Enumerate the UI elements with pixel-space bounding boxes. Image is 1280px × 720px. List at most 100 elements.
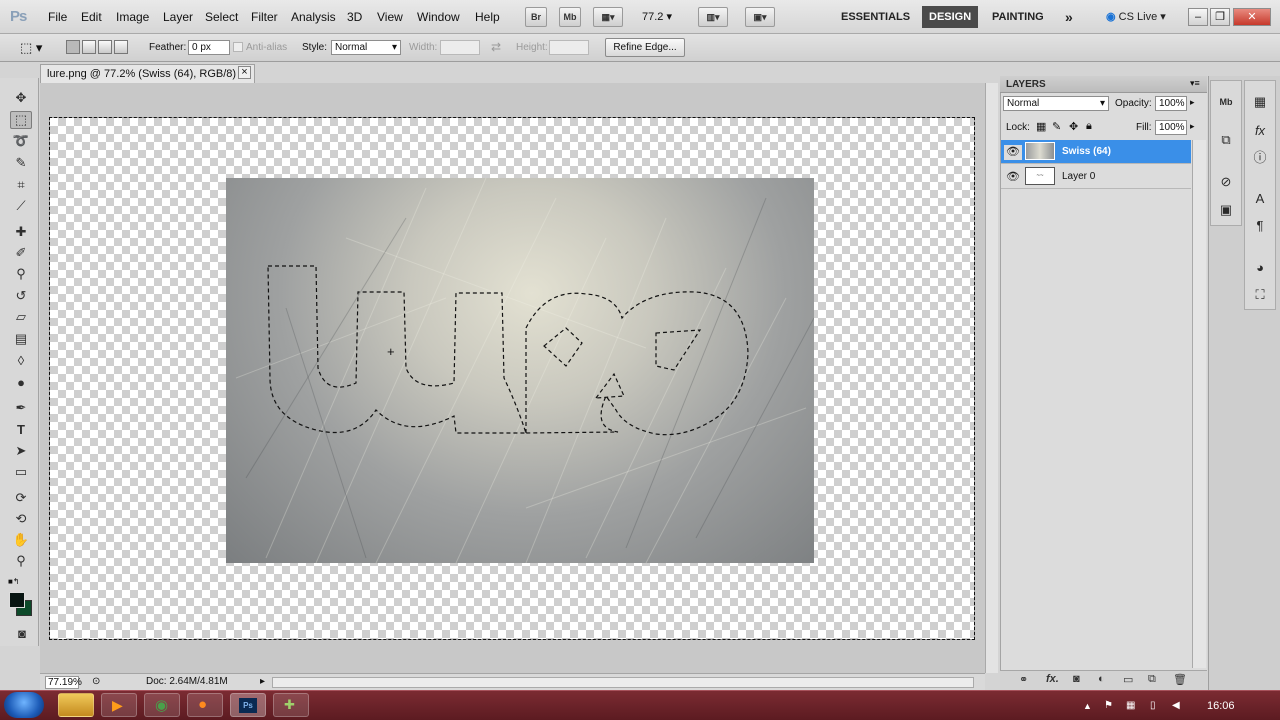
default-colors-icon[interactable]: ■↰ <box>8 577 20 586</box>
gradient-tool-icon[interactable]: ▤ <box>10 330 32 348</box>
layer-visibility-eye-icon[interactable]: 👁︎ <box>1004 145 1022 160</box>
utility-task-icon[interactable]: ✚ <box>273 693 309 717</box>
document-horizontal-scrollbar[interactable] <box>272 677 974 688</box>
taskbar-clock[interactable]: 16:06 <box>1207 700 1235 712</box>
zoom-percent-field[interactable]: 77.19% <box>45 676 82 689</box>
paragraph-panel-icon[interactable]: ¶ <box>1249 215 1271 235</box>
layer-style-fx-icon[interactable]: fx. <box>1046 673 1059 685</box>
styles-panel-icon[interactable]: fx <box>1249 120 1271 140</box>
menu-filter[interactable]: Filter <box>251 10 278 24</box>
close-button[interactable]: ✕ <box>1233 8 1271 26</box>
hand-tool-icon[interactable]: ✋ <box>10 531 32 549</box>
layer-name[interactable]: Layer 0 <box>1062 171 1095 182</box>
menu-file[interactable]: File <box>48 10 67 24</box>
height-input[interactable] <box>549 40 589 55</box>
brush-presets-panel-icon[interactable]: ⊘ <box>1215 172 1237 192</box>
transform-panel-icon[interactable]: ⛶ <box>1249 285 1271 305</box>
photoshop-task-icon[interactable]: Ps <box>230 693 266 717</box>
3d-orbit-tool-icon[interactable]: ⟲ <box>10 510 32 528</box>
rectangular-marquee-tool-icon[interactable]: ⬚ <box>10 111 32 129</box>
lock-all-icon[interactable]: 🔒︎ <box>1086 120 1092 133</box>
menu-edit[interactable]: Edit <box>81 10 102 24</box>
intersect-selection-icon[interactable] <box>114 40 128 54</box>
crop-tool-icon[interactable]: ⌗ <box>10 176 32 194</box>
move-tool-icon[interactable]: ✥ <box>10 89 32 107</box>
restore-button[interactable]: ❐ <box>1210 8 1230 26</box>
menu-view[interactable]: View <box>377 10 403 24</box>
adjustment-layer-icon[interactable]: ◐ <box>1098 673 1105 685</box>
status-preview-icon[interactable]: ⊙ <box>92 676 100 687</box>
zoom-tool-icon[interactable]: ⚲ <box>10 552 32 570</box>
feather-input[interactable]: 0 px <box>188 40 230 55</box>
launch-mini-bridge-button[interactable]: Mb <box>559 7 581 27</box>
3d-panel-icon[interactable]: ◕ <box>1249 257 1271 277</box>
menu-help[interactable]: Help <box>475 10 500 24</box>
layer-visibility-eye-icon[interactable]: 👁︎ <box>1004 170 1022 185</box>
subtract-from-selection-icon[interactable] <box>98 40 112 54</box>
panel-menu-icon[interactable]: ▾≡ <box>1190 78 1200 89</box>
info-panel-icon[interactable]: ⓘ <box>1249 146 1271 166</box>
rectangle-shape-tool-icon[interactable]: ▭ <box>10 463 32 481</box>
swap-dimensions-icon[interactable]: ⇄ <box>491 40 501 54</box>
add-mask-icon[interactable]: ◙ <box>1073 673 1080 685</box>
quick-mask-icon[interactable]: ◙ <box>11 624 33 642</box>
link-layers-icon[interactable]: ⚭ <box>1019 673 1028 686</box>
character-panel-icon[interactable]: A <box>1249 188 1271 208</box>
pen-tool-icon[interactable]: ✒ <box>10 399 32 417</box>
new-group-icon[interactable]: ▭ <box>1123 673 1133 686</box>
opacity-input[interactable]: 100% <box>1155 96 1187 111</box>
anti-alias-checkbox[interactable] <box>233 42 243 52</box>
layers-scrollbar[interactable] <box>1192 140 1206 668</box>
launch-bridge-button[interactable]: Br <box>525 7 547 27</box>
menu-3d[interactable]: 3D <box>347 10 362 24</box>
path-selection-tool-icon[interactable]: ➤ <box>10 442 32 460</box>
lock-transparent-pixels-icon[interactable]: ▦ <box>1036 120 1046 133</box>
tray-network-icon[interactable]: ▦ <box>1126 700 1135 711</box>
more-workspaces-button[interactable]: » <box>1058 6 1080 28</box>
workspace-essentials[interactable]: ESSENTIALS <box>834 6 917 28</box>
tray-volume-icon[interactable]: ◀ <box>1172 700 1180 711</box>
dodge-tool-icon[interactable]: ● <box>10 373 32 391</box>
fill-slider-arrow-icon[interactable]: ▸ <box>1190 121 1195 132</box>
layer-row-layer-0[interactable]: 👁︎ ~~ Layer 0 <box>1001 165 1191 189</box>
tray-battery-icon[interactable]: ▯ <box>1150 700 1156 711</box>
opacity-slider-arrow-icon[interactable]: ▸ <box>1190 97 1195 108</box>
lock-position-icon[interactable]: ✥ <box>1069 120 1078 133</box>
explorer-task-icon[interactable] <box>58 693 94 717</box>
workspace-painting[interactable]: PAINTING <box>985 6 1051 28</box>
menu-analysis[interactable]: Analysis <box>291 10 336 24</box>
menu-layer[interactable]: Layer <box>163 10 193 24</box>
foreground-color-swatch[interactable] <box>9 592 25 608</box>
blend-mode-select[interactable]: Normal ▾ <box>1003 96 1109 111</box>
layer-row-swiss[interactable]: 👁︎ Swiss (64) <box>1001 140 1191 164</box>
healing-brush-tool-icon[interactable]: ✚ <box>10 223 32 241</box>
view-extras-button[interactable]: ▦▾ <box>593 7 623 27</box>
type-tool-icon[interactable]: T <box>10 420 32 438</box>
swatches-panel-icon[interactable]: ▦ <box>1249 92 1271 112</box>
doc-size-info[interactable]: Doc: 2.64M/4.81M <box>146 676 228 687</box>
masks-panel-icon[interactable]: ▣ <box>1215 200 1237 220</box>
close-document-icon[interactable]: × <box>238 66 251 79</box>
style-select[interactable]: Normal ▾ <box>331 40 401 55</box>
document-vertical-scrollbar[interactable] <box>985 83 998 673</box>
layer-name[interactable]: Swiss (64) <box>1062 146 1111 157</box>
layers-tab[interactable]: LAYERS <box>1006 79 1046 90</box>
history-brush-tool-icon[interactable]: ↺ <box>10 287 32 305</box>
3d-rotate-tool-icon[interactable]: ⟳ <box>10 489 32 507</box>
width-input[interactable] <box>440 40 480 55</box>
lasso-tool-icon[interactable]: ➰ <box>10 132 32 150</box>
clone-source-panel-icon[interactable]: ⧉ <box>1215 130 1237 150</box>
arrange-documents-button[interactable]: ▥▾ <box>698 7 728 27</box>
brush-tool-icon[interactable]: ✐ <box>10 244 32 262</box>
workspace-design[interactable]: DESIGN <box>922 6 979 28</box>
eyedropper-tool-icon[interactable]: ⟋ <box>10 197 32 215</box>
chrome-task-icon[interactable]: ◉ <box>144 693 180 717</box>
menu-select[interactable]: Select <box>205 10 238 24</box>
quick-selection-tool-icon[interactable]: ✎ <box>10 154 32 172</box>
clone-stamp-tool-icon[interactable]: ⚲ <box>10 265 32 283</box>
media-player-task-icon[interactable]: ▶ <box>101 693 137 717</box>
document-tab[interactable]: lure.png @ 77.2% (Swiss (64), RGB/8) * × <box>40 64 255 83</box>
cs-live-button[interactable]: ◉ CS Live ▾ <box>1106 10 1166 23</box>
add-to-selection-icon[interactable] <box>82 40 96 54</box>
lock-image-pixels-icon[interactable]: ✎ <box>1052 120 1061 133</box>
